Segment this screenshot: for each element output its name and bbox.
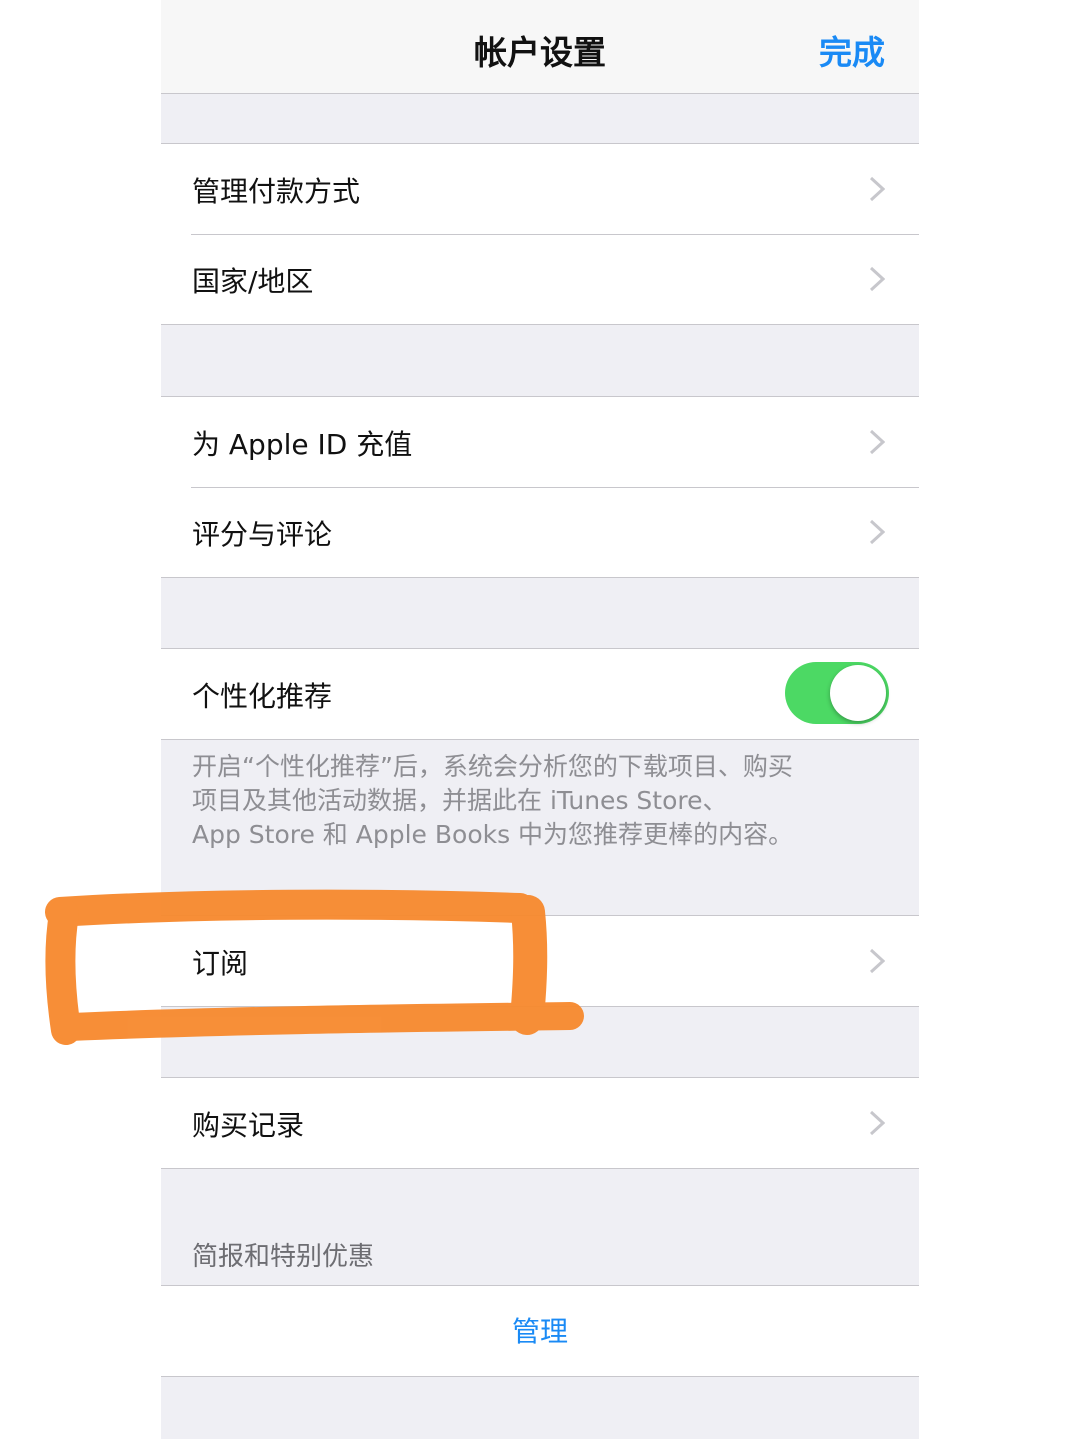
personalized-footnote: 开启“个性化推荐”后，系统会分析您的下载项目、购买 项目及其他活动数据，并据此在… xyxy=(192,750,892,852)
country-region-label: 国家/地区 xyxy=(192,265,314,298)
add-funds-row[interactable]: 为 Apple ID 充值 xyxy=(161,397,919,487)
manage-link[interactable]: 管理 xyxy=(161,1310,919,1350)
ratings-reviews-row[interactable]: 评分与评论 xyxy=(161,487,919,577)
country-region-row[interactable]: 国家/地区 xyxy=(161,234,919,324)
chevron-right-icon xyxy=(869,948,885,974)
navigation-bar: 帐户设置 完成 xyxy=(161,0,919,94)
manage-payment-row[interactable]: 管理付款方式 xyxy=(161,144,919,234)
done-button[interactable]: 完成 xyxy=(819,26,885,74)
manage-row[interactable]: 管理 xyxy=(161,1286,919,1376)
personalized-row: 个性化推荐 xyxy=(161,649,919,739)
page-title: 帐户设置 xyxy=(474,33,606,72)
newsletters-header: 简报和特别优惠 xyxy=(192,1242,375,1272)
footnote-line: 开启“个性化推荐”后，系统会分析您的下载项目、购买 xyxy=(192,752,793,781)
toggle-knob xyxy=(830,665,886,721)
purchase-history-row[interactable]: 购买记录 xyxy=(161,1078,919,1168)
purchase-history-label: 购买记录 xyxy=(192,1109,305,1142)
history-group: 购买记录 xyxy=(161,1077,919,1169)
ratings-reviews-label: 评分与评论 xyxy=(192,518,333,551)
personalized-toggle[interactable] xyxy=(785,662,889,724)
footnote-line: App Store 和 Apple Books 中为您推荐更棒的内容。 xyxy=(192,820,794,849)
settings-screen: 帐户设置 完成 管理付款方式 国家/地区 为 Apple ID 充值 评分与评论… xyxy=(161,0,919,1439)
chevron-right-icon xyxy=(869,176,885,202)
subscriptions-row[interactable]: 订阅 xyxy=(161,916,919,1006)
footnote-line: 项目及其他活动数据，并据此在 iTunes Store、 xyxy=(192,786,728,815)
chevron-right-icon xyxy=(869,266,885,292)
chevron-right-icon xyxy=(869,1110,885,1136)
chevron-right-icon xyxy=(869,519,885,545)
newsletters-group: 管理 xyxy=(161,1285,919,1377)
payment-group: 管理付款方式 国家/地区 xyxy=(161,143,919,325)
personalized-group: 个性化推荐 xyxy=(161,648,919,740)
add-funds-label: 为 Apple ID 充值 xyxy=(192,428,413,461)
subscriptions-label: 订阅 xyxy=(192,947,249,980)
subscriptions-group: 订阅 xyxy=(161,915,919,1007)
manage-payment-label: 管理付款方式 xyxy=(192,175,361,208)
personalized-label: 个性化推荐 xyxy=(192,680,333,713)
chevron-right-icon xyxy=(869,429,885,455)
balance-group: 为 Apple ID 充值 评分与评论 xyxy=(161,396,919,578)
